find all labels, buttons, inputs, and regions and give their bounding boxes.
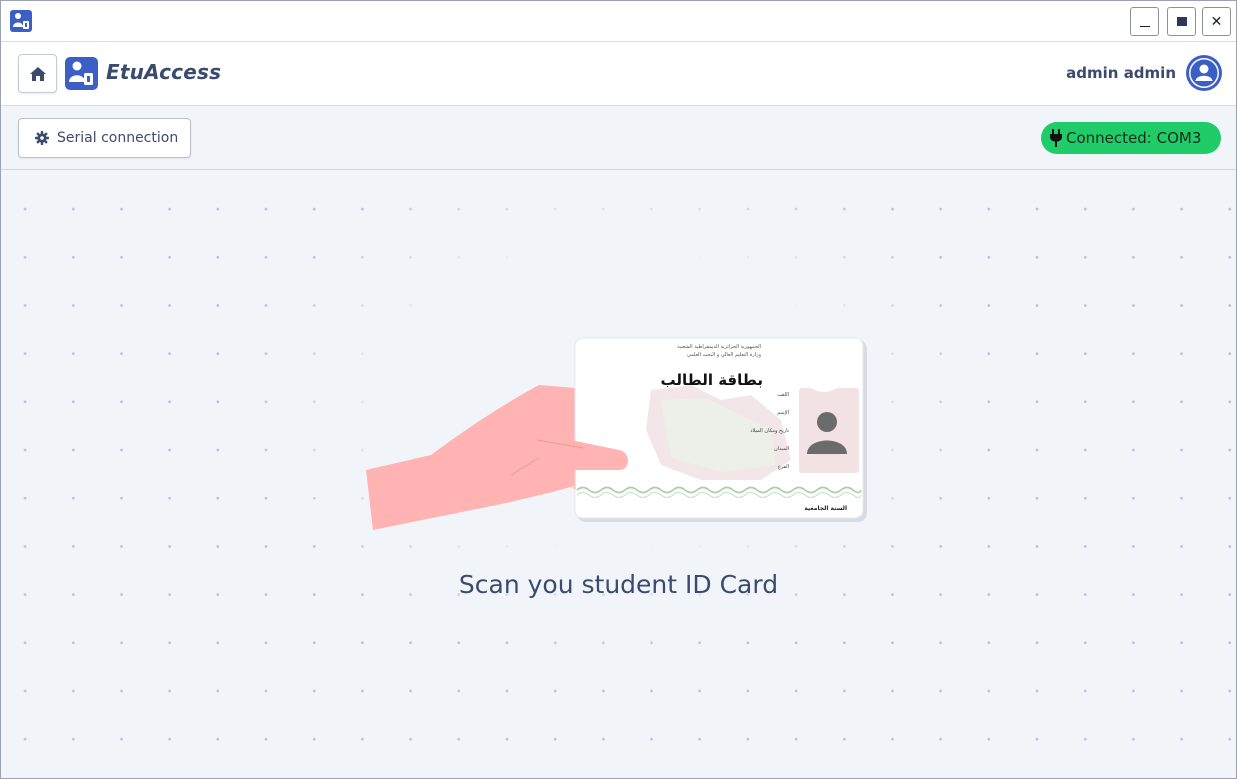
serial-connection-button[interactable]: Serial connection bbox=[18, 118, 191, 158]
card-title: بطاقة الطالب bbox=[660, 371, 763, 389]
scan-prompt: Scan you student ID Card bbox=[458, 570, 779, 599]
user-name: admin admin bbox=[1066, 64, 1176, 82]
close-button[interactable]: ✕ bbox=[1202, 7, 1231, 36]
brand-logo-icon bbox=[65, 57, 98, 90]
app-window: ✕ EtuAccess admin admin Serial connectio… bbox=[0, 0, 1237, 779]
card-field-name: الإسم bbox=[777, 410, 789, 416]
user-icon bbox=[1186, 55, 1222, 91]
connection-status-label: Connected: COM3 bbox=[1066, 129, 1202, 147]
card-field-domain: الميدان bbox=[774, 446, 789, 452]
minimize-button[interactable] bbox=[1130, 7, 1159, 36]
serial-connection-label: Serial connection bbox=[57, 130, 179, 146]
id-card-illustration: الجمهورية الجزائرية الديمقراطية الشعبية … bbox=[361, 330, 871, 530]
gear-icon bbox=[35, 131, 49, 145]
card-header-line2: وزارة التعليم العالي و البحث العلمي bbox=[687, 352, 762, 358]
app-icon bbox=[10, 10, 32, 32]
plug-icon bbox=[1050, 129, 1062, 147]
toolbar: Serial connection Connected: COM3 bbox=[1, 106, 1236, 170]
avatar[interactable] bbox=[1185, 54, 1223, 92]
main-content: الجمهورية الجزائرية الديمقراطية الشعبية … bbox=[1, 170, 1236, 778]
close-icon: ✕ bbox=[1210, 13, 1223, 30]
title-bar: ✕ bbox=[1, 1, 1236, 42]
connection-status-badge: Connected: COM3 bbox=[1041, 122, 1221, 154]
card-field-surname: اللقب bbox=[777, 392, 789, 398]
card-field-birth: تاريخ ومكان الميلاد bbox=[750, 428, 789, 434]
app-header: EtuAccess admin admin bbox=[1, 42, 1236, 106]
maximize-button[interactable] bbox=[1167, 7, 1196, 36]
card-footer: السنة الجامعية bbox=[804, 505, 847, 512]
maximize-icon bbox=[1176, 17, 1187, 26]
minimize-icon bbox=[1139, 26, 1150, 27]
card-header-line1: الجمهورية الجزائرية الديمقراطية الشعبية bbox=[677, 344, 761, 350]
card-field-branch: الفرع bbox=[778, 464, 789, 470]
home-button[interactable] bbox=[18, 54, 57, 93]
brand-name: EtuAccess bbox=[106, 60, 222, 84]
home-icon bbox=[29, 66, 46, 81]
